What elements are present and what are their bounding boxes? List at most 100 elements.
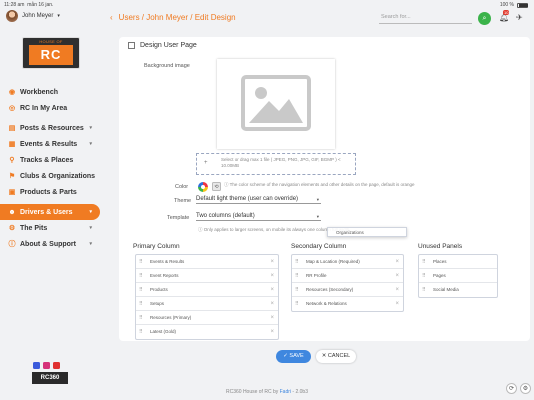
color-reset-button[interactable]: ⟲ xyxy=(212,182,221,191)
sidebar-item-workbench[interactable]: ◉ Workbench xyxy=(0,84,100,100)
panel-row[interactable]: ⠿ Resources (Secondary) × xyxy=(292,283,403,297)
drag-handle-icon[interactable]: ⠿ xyxy=(422,269,426,283)
nav-icon: ◎ xyxy=(8,105,16,112)
search-input[interactable]: Search for... xyxy=(379,12,472,24)
sidebar-item-drivers-users[interactable]: ☻ Drivers & Users ▾ xyxy=(0,204,100,220)
refresh-icon[interactable]: ⟳ xyxy=(506,383,517,394)
top-bar: John Meyer ▾ ‹ Users / John Meyer / Edit… xyxy=(0,9,534,27)
color-picker[interactable] xyxy=(198,182,208,192)
panel-row-label: Products xyxy=(150,287,168,292)
settings-icon[interactable]: ⚙ xyxy=(520,383,531,394)
sidebar-item-label: Events & Results xyxy=(20,140,78,148)
panel-row[interactable]: ⠿ Products × xyxy=(136,283,278,297)
sidebar: HOUSE OF RC ◉ Workbench ◎ RC In My Area ▤ Pos… xyxy=(0,27,100,400)
nav-icon: ◉ xyxy=(8,89,16,96)
rocket-icon[interactable]: ✈ xyxy=(516,13,523,22)
remove-icon[interactable]: × xyxy=(270,297,274,311)
nav-icon: ⚑ xyxy=(8,173,16,180)
panel-row-label: Setups xyxy=(150,301,165,306)
avatar xyxy=(6,10,18,22)
sidebar-item-tracks-places[interactable]: ⚲ Tracks & Places xyxy=(0,152,100,168)
chevron-down-icon: ▾ xyxy=(89,141,92,147)
footer-link[interactable]: Fadri xyxy=(280,389,291,395)
panel-row-label: RR Profile xyxy=(306,273,327,278)
drag-handle-icon[interactable]: ⠿ xyxy=(139,297,143,311)
sidebar-item-about-support[interactable]: ⓘ About & Support ▾ xyxy=(0,236,100,252)
sidebar-item-label: Tracks & Places xyxy=(20,156,74,164)
remove-icon[interactable]: × xyxy=(395,283,399,297)
sidebar-item-rc-in-my-area[interactable]: ◎ RC In My Area xyxy=(0,100,100,116)
drag-handle-icon[interactable]: ⠿ xyxy=(295,297,299,311)
youtube-icon[interactable] xyxy=(53,362,60,369)
file-dropzone[interactable]: + Select or drag max 1 file ( JPEG, PNG,… xyxy=(196,153,356,175)
drag-handle-icon[interactable]: ⠿ xyxy=(139,325,143,339)
notifications-button[interactable]: 🔔︎ 10 xyxy=(499,10,510,22)
facebook-icon[interactable] xyxy=(33,362,40,369)
back-icon[interactable]: ‹ xyxy=(110,13,113,22)
panel-row[interactable]: ⠿ Event Reports × xyxy=(136,269,278,283)
sidebar-item-clubs-organizations[interactable]: ⚑ Clubs & Organizations xyxy=(0,168,100,184)
instagram-icon[interactable] xyxy=(43,362,50,369)
cancel-button[interactable]: ✕ CANCEL xyxy=(316,350,356,363)
background-label: Background image xyxy=(144,63,190,69)
status-bar: 11:28 am mån 16 jan. 100 % xyxy=(0,0,534,9)
sidebar-item-events-results[interactable]: ▦ Events & Results ▾ xyxy=(0,136,100,152)
sidebar-item-the-pits[interactable]: ⚙ The Pits ▾ xyxy=(0,220,100,236)
remove-icon[interactable]: × xyxy=(270,283,274,297)
save-button[interactable]: ✓ SAVE xyxy=(276,350,311,363)
sidebar-item-posts-resources[interactable]: ▤ Posts & Resources ▾ xyxy=(0,120,100,136)
remove-icon[interactable]: × xyxy=(270,311,274,325)
theme-label: Theme xyxy=(174,198,192,204)
template-select[interactable]: Two columns (default) ▾ xyxy=(196,212,321,221)
panel-row[interactable]: ⠿ Setups × xyxy=(136,297,278,311)
remove-icon[interactable]: × xyxy=(270,325,274,339)
panel-row-label: Latest (Gold) xyxy=(150,329,177,334)
primary-column-title: Primary Column xyxy=(133,243,180,250)
panel-row[interactable]: ⠿ Map & Location (Required) × xyxy=(292,255,403,269)
drag-handle-icon[interactable]: ⠿ xyxy=(422,255,426,269)
drag-handle-icon[interactable]: ⠿ xyxy=(295,283,299,297)
chevron-down-icon: ▾ xyxy=(89,125,92,131)
panel-row[interactable]: ⠿ Resources (Primary) × xyxy=(136,311,278,325)
remove-icon[interactable]: × xyxy=(395,269,399,283)
panel-row[interactable]: ⠿ Latest (Gold) × xyxy=(136,325,278,339)
chevron-down-icon: ▾ xyxy=(89,225,92,231)
panel-row[interactable]: ⠿ Network & Relations × xyxy=(292,297,403,311)
primary-column-panel: ⠿ Events & Results × ⠿ Event Reports × ⠿ Produc… xyxy=(135,254,279,340)
chevron-down-icon: ▾ xyxy=(316,197,319,202)
dragging-panel[interactable]: Organizations xyxy=(327,227,407,237)
panel-row[interactable]: ⠿ Social Media xyxy=(419,283,497,297)
drag-handle-icon[interactable]: ⠿ xyxy=(139,283,143,297)
design-card: Design User Page Background image + Sele… xyxy=(119,37,530,341)
remove-icon[interactable]: × xyxy=(395,255,399,269)
remove-icon[interactable]: × xyxy=(270,269,274,283)
sidebar-item-products-parts[interactable]: ▣ Products & Parts xyxy=(0,184,100,200)
breadcrumb-path[interactable]: Users / John Meyer / Edit Design xyxy=(119,13,236,22)
panel-row[interactable]: ⠿ RR Profile × xyxy=(292,269,403,283)
drag-handle-icon[interactable]: ⠿ xyxy=(139,269,143,283)
panel-row[interactable]: ⠿ Events & Results × xyxy=(136,255,278,269)
site-logo[interactable]: HOUSE OF RC xyxy=(22,37,80,69)
panel-row-label: Resources (Secondary) xyxy=(306,287,354,292)
footer: RC360 House of RC by Fadri - 2.0b3 xyxy=(225,389,308,395)
drag-handle-icon[interactable]: ⠿ xyxy=(139,311,143,325)
plus-icon: + xyxy=(204,160,208,166)
secondary-column-panel: ⠿ Map & Location (Required) × ⠿ RR Profile × ⠿… xyxy=(291,254,404,312)
chevron-down-icon: ▾ xyxy=(316,214,319,219)
drag-handle-icon[interactable]: ⠿ xyxy=(139,255,143,269)
drag-handle-icon[interactable]: ⠿ xyxy=(295,255,299,269)
nav-icon: ⚲ xyxy=(9,157,15,164)
sidebar-item-label: About & Support xyxy=(20,240,76,248)
drag-handle-icon[interactable]: ⠿ xyxy=(295,269,299,283)
search-button[interactable]: ⌕ xyxy=(478,12,491,25)
background-image-preview[interactable] xyxy=(217,59,335,149)
theme-select[interactable]: Default light theme (user can override) … xyxy=(196,195,321,204)
remove-icon[interactable]: × xyxy=(270,255,274,269)
panel-row[interactable]: ⠿ Places xyxy=(419,255,497,269)
user-menu[interactable]: John Meyer ▾ xyxy=(6,10,60,22)
panel-row[interactable]: ⠿ Pages xyxy=(419,269,497,283)
user-name: John Meyer xyxy=(22,13,54,19)
color-hint: ⓘ The color scheme of the navigation ele… xyxy=(224,182,415,187)
drag-handle-icon[interactable]: ⠿ xyxy=(422,283,426,297)
remove-icon[interactable]: × xyxy=(395,297,399,311)
